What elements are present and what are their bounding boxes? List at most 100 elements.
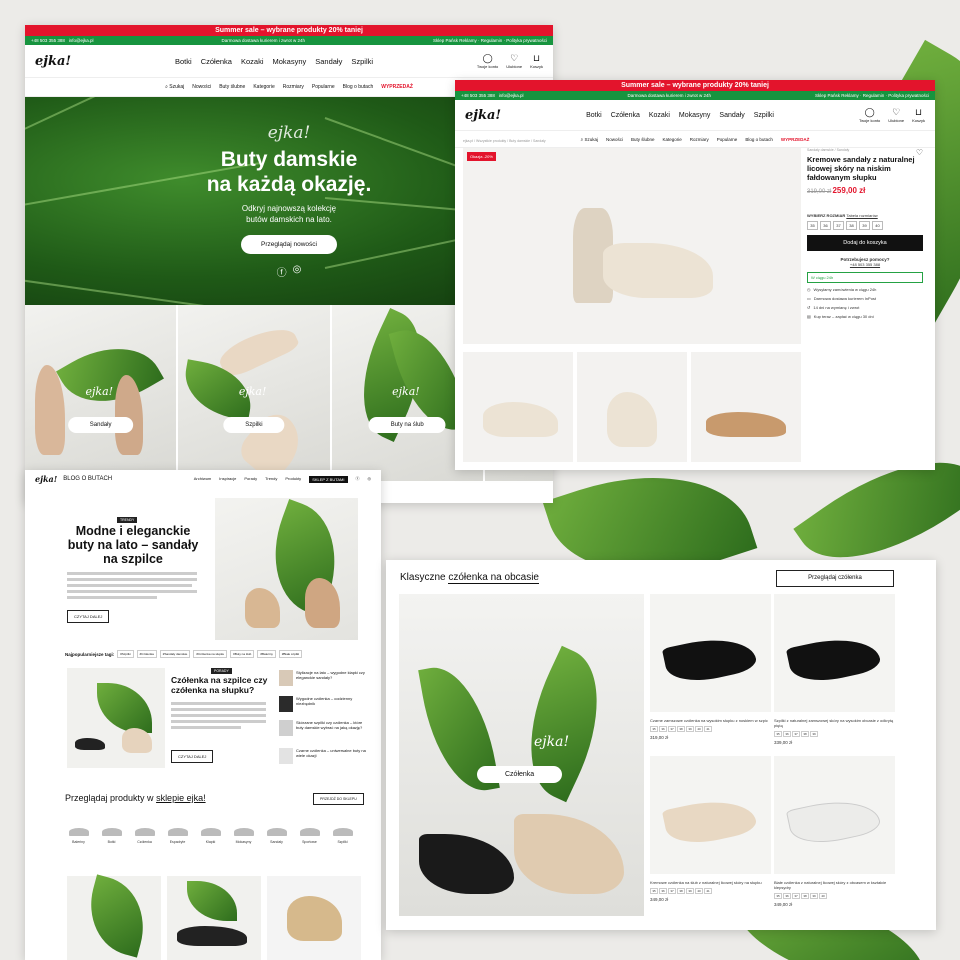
pumps-banner[interactable]: ejka! Czółenka	[399, 594, 644, 916]
product-name[interactable]: Białe czółenka z naturalnej licowej skór…	[774, 880, 895, 890]
email-text[interactable]: info@ejka.pl	[69, 38, 94, 43]
category-tile-heels[interactable]: ejka! Szpilki	[178, 305, 330, 481]
product-image-tile[interactable]	[267, 876, 361, 960]
side-post[interactable]: Wygodne czółenka – codzienny niezbędnik	[279, 696, 369, 712]
nav-item[interactable]: Czółenka	[201, 57, 232, 66]
product-card[interactable]: Białe czółenka z naturalnej licowej skór…	[774, 756, 895, 907]
subnav-item[interactable]: Blog o butach	[343, 84, 374, 90]
blog-title[interactable]: BLOG O BUTACH	[63, 476, 112, 482]
category-item[interactable]: Szpilki	[326, 828, 359, 844]
info-links[interactable]: Sklep Pańsk Reklamy · Regulamin · Polity…	[433, 36, 547, 45]
nav-item[interactable]: Mokasyny	[272, 57, 306, 66]
phone-text[interactable]: +48 503 355 388	[31, 38, 65, 43]
product-main-image[interactable]: Okazja -20%	[463, 148, 801, 344]
tile-label[interactable]: Buty na ślub	[368, 417, 446, 433]
product-image[interactable]	[650, 594, 771, 712]
subnav-item[interactable]: Rozmiary	[283, 84, 304, 90]
size-option[interactable]: 40	[872, 221, 883, 230]
size-option[interactable]: 36	[820, 221, 831, 230]
browse-pumps-button[interactable]: Przeglądaj czółenka	[776, 570, 894, 587]
logo[interactable]: ejka!	[35, 54, 71, 69]
category-item[interactable]: Espadryle	[161, 828, 194, 844]
product-name[interactable]: Szpilki z naturalnej zamszowej skóry na …	[774, 718, 895, 728]
product-name[interactable]: Czarne zamszowe czółenka na wysokim słup…	[650, 718, 771, 723]
promo-bar[interactable]: Summer sale – wybrane produkty 20% tanie…	[455, 80, 935, 91]
product-thumbnail[interactable]	[577, 352, 687, 462]
cart-button[interactable]: ⊔ Koszyk	[912, 107, 925, 123]
size-option[interactable]: 38	[846, 221, 857, 230]
product-card[interactable]: Szpilki z naturalnej zamszowej skóry na …	[774, 594, 895, 745]
article-image[interactable]	[67, 668, 165, 768]
add-to-cart-button[interactable]: Dodaj do koszyka	[807, 235, 923, 251]
subnav-item[interactable]: Kategorie	[253, 84, 274, 90]
nav-item[interactable]: Kozaki	[649, 112, 670, 119]
size-table-link[interactable]: Tabela rozmiarów	[846, 213, 877, 218]
read-more-button[interactable]: CZYTAJ DALEJ	[67, 610, 110, 623]
category-item[interactable]: Sportowe	[293, 828, 326, 844]
tag-chip[interactable]: #Baleriny	[257, 650, 276, 658]
go-to-shop-button[interactable]: PRZEJDŹ DO SKLEPU	[313, 793, 364, 805]
tag-chip[interactable]: #Szpilki	[117, 650, 134, 658]
cart-button[interactable]: ⊔ Koszyk	[530, 53, 543, 69]
nav-item[interactable]: Czółenka	[611, 112, 640, 119]
wishlist-button[interactable]: ♡ Ulubione	[888, 107, 904, 123]
instagram-icon[interactable]: ◎	[368, 476, 372, 483]
nav-item[interactable]: Szpilki	[754, 112, 774, 119]
product-name[interactable]: Kremowe czółenka na ślub z naturalnej li…	[650, 880, 771, 885]
product-image-tile[interactable]	[167, 876, 261, 960]
tag-chip[interactable]: #Sandały damskie	[159, 650, 191, 658]
product-thumbnail[interactable]	[691, 352, 801, 462]
breadcrumb[interactable]: ejka.pl / Wszystkie produkty / Buty dams…	[455, 136, 554, 146]
size-option[interactable]: 37	[833, 221, 844, 230]
side-post[interactable]: Skórzane szpilki czy czółenka – które bu…	[279, 720, 369, 736]
search-link[interactable]: ⌕ Szukaj	[165, 84, 184, 90]
featured-post-title[interactable]: Modne i eleganckie buty na lato – sandały…	[53, 524, 213, 566]
wishlist-heart-icon[interactable]: ♡	[916, 148, 923, 157]
tile-label[interactable]: Szpilki	[223, 417, 285, 433]
search-link[interactable]: ⌕ Szukaj	[581, 137, 598, 142]
nav-item[interactable]: Sandały	[719, 112, 744, 119]
subnav-item[interactable]: Popularne	[312, 84, 335, 90]
nav-item[interactable]: Sandały	[315, 57, 342, 66]
account-button[interactable]: ◯ Twoje konto	[859, 107, 880, 123]
tile-label[interactable]: Sandały	[67, 417, 134, 433]
product-image[interactable]	[774, 756, 895, 874]
category-item[interactable]: Sandały	[260, 828, 293, 844]
read-more-button[interactable]: CZYTAJ DALEJ	[171, 750, 214, 763]
category-item[interactable]: Baleriny	[62, 828, 95, 844]
size-option[interactable]: 35	[807, 221, 818, 230]
category-tile-sandals[interactable]: ejka! Sandały	[25, 305, 177, 481]
sale-link[interactable]: WYPRZEDAŻ	[381, 84, 413, 90]
post-tag[interactable]: TRENDY	[117, 517, 138, 523]
tag-chip[interactable]: #Czółenka na słupku	[193, 650, 228, 658]
product-card[interactable]: Kremowe czółenka na ślub z naturalnej li…	[650, 756, 771, 902]
category-item[interactable]: Botki	[95, 828, 128, 844]
side-post[interactable]: Czarne czółenka – uniwersalne buty na wi…	[279, 748, 369, 764]
help-phone[interactable]: +48 503 355 388	[807, 262, 923, 267]
product-image[interactable]	[774, 594, 895, 712]
nav-item[interactable]: Botki	[586, 112, 602, 119]
logo[interactable]: ejka!	[35, 474, 57, 484]
subnav-item[interactable]: Nowości	[192, 84, 211, 90]
shop-button[interactable]: SKLEP Z BUTAMI	[309, 475, 348, 483]
featured-post-image[interactable]	[215, 498, 358, 640]
subnav-item[interactable]: Buty ślubne	[219, 84, 245, 90]
shop-link[interactable]: sklepie ejka!	[156, 793, 206, 803]
category-item[interactable]: Czółenka	[128, 828, 161, 844]
browse-new-button[interactable]: Przeglądaj nowości	[240, 235, 337, 254]
product-image-tile[interactable]	[67, 874, 161, 960]
side-post[interactable]: Stylizacje na lato – wygodne klapki czy …	[279, 670, 369, 686]
facebook-icon[interactable]: ⓕ	[277, 264, 287, 279]
category-item[interactable]: Klapki	[194, 828, 227, 844]
tag-chip[interactable]: #Buty na ślub	[230, 650, 255, 658]
tag-chip[interactable]: #Czółenka	[136, 650, 157, 658]
article-title[interactable]: Czółenka na szpilce czy czółenka na słupk…	[171, 675, 267, 695]
category-item[interactable]: Mokasyny	[227, 828, 260, 844]
facebook-icon[interactable]: ⓕ	[356, 476, 360, 483]
product-card[interactable]: Czarne zamszowe czółenka na wysokim słup…	[650, 594, 771, 740]
nav-item[interactable]: Mokasyny	[679, 112, 711, 119]
logo[interactable]: ejka!	[465, 108, 501, 123]
tag-chip[interactable]: #Białe szpilki	[278, 650, 303, 658]
nav-item[interactable]: Kozaki	[241, 57, 264, 66]
article-tag[interactable]: PORADY	[211, 668, 232, 674]
